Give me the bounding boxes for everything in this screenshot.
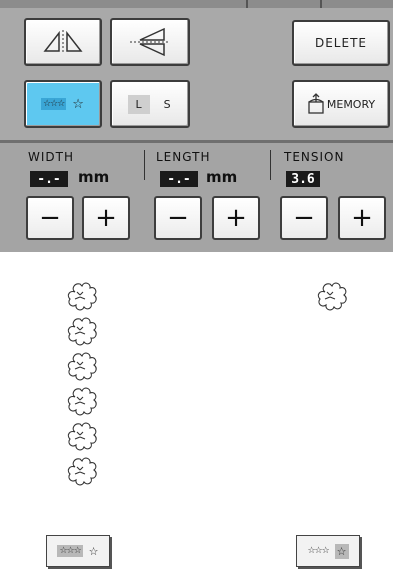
top-strip-divider: [320, 0, 322, 8]
single-star-icon: ☆: [72, 96, 85, 112]
single-star-icon: ☆: [88, 544, 99, 558]
plus-icon: +: [225, 203, 247, 233]
top-strip-divider: [246, 0, 248, 8]
tension-increase-button[interactable]: +: [338, 196, 386, 240]
repeat-stars-icon: ☆☆☆: [57, 545, 83, 557]
control-panel: DELETE ☆☆☆ ☆ L S MEMORY WIDTH -.- mm − +…: [0, 0, 393, 252]
repeat-stars-icon: ☆☆☆: [41, 98, 67, 110]
tension-value: 3.6: [286, 171, 320, 187]
tension-decrease-button[interactable]: −: [280, 196, 328, 240]
memory-button[interactable]: MEMORY: [292, 80, 390, 128]
plus-icon: +: [351, 203, 373, 233]
width-value: -.-: [30, 171, 68, 187]
memory-button-label: MEMORY: [326, 97, 376, 111]
single-star-icon: ☆: [334, 543, 349, 559]
settings-divider: [270, 150, 271, 180]
minus-icon: −: [293, 203, 315, 233]
minus-icon: −: [39, 203, 61, 233]
clover-stitch-icon: [67, 282, 97, 311]
repeat-mode-button[interactable]: ☆☆☆ ☆: [24, 80, 102, 128]
delete-button-label: DELETE: [314, 36, 367, 50]
size-large-option: L: [128, 94, 150, 114]
repeat-mode-thumbnail-right: ☆☆☆ ☆: [296, 535, 360, 567]
repeat-mode-thumbnail-left: ☆☆☆ ☆: [46, 535, 110, 567]
clover-stitch-icon: [67, 387, 97, 416]
top-strip: [0, 0, 393, 8]
clover-stitch-icon: [67, 422, 97, 451]
clover-stitch-icon: [67, 317, 97, 346]
mirror-horizontal-button[interactable]: [24, 18, 102, 66]
width-increase-button[interactable]: +: [82, 196, 130, 240]
length-increase-button[interactable]: +: [212, 196, 260, 240]
plus-icon: +: [95, 203, 117, 233]
width-unit: mm: [78, 168, 110, 186]
stitch-preview-repeated: [67, 282, 97, 486]
length-value: -.-: [160, 171, 198, 187]
stitch-preview-single: [317, 282, 347, 311]
settings-divider: [144, 150, 145, 180]
mirror-horizontal-icon: [43, 30, 83, 54]
mirror-vertical-icon: [130, 27, 170, 57]
memory-pocket-icon: [308, 93, 324, 114]
clover-stitch-icon: [67, 457, 97, 486]
mirror-vertical-button[interactable]: [110, 18, 190, 66]
clover-stitch-icon: [67, 352, 97, 381]
minus-icon: −: [167, 203, 189, 233]
width-decrease-button[interactable]: −: [26, 196, 74, 240]
tension-label: TENSION: [284, 150, 345, 164]
length-label: LENGTH: [156, 150, 211, 164]
delete-button[interactable]: DELETE: [292, 20, 390, 66]
length-unit: mm: [206, 168, 238, 186]
length-decrease-button[interactable]: −: [154, 196, 202, 240]
clover-stitch-icon: [317, 282, 347, 311]
size-toggle-button[interactable]: L S: [110, 80, 190, 128]
repeat-stars-icon: ☆☆☆: [307, 546, 329, 556]
size-small-option: S: [163, 97, 172, 111]
width-label: WIDTH: [28, 150, 74, 164]
